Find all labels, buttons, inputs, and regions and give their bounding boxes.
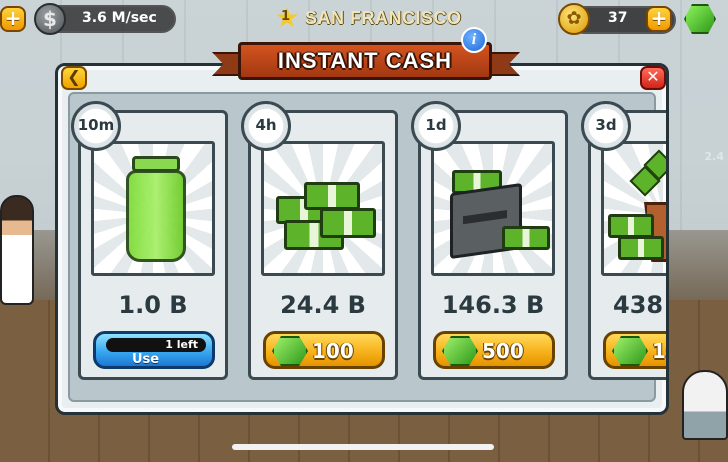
green-gem-icon bbox=[442, 336, 478, 366]
gem-price: 500 bbox=[482, 339, 524, 363]
use-label: Use bbox=[132, 352, 160, 367]
income-rate-text: 3.6 M/sec bbox=[82, 10, 157, 26]
uses-left-label: 1 left bbox=[165, 338, 198, 351]
gem-price: 10 bbox=[652, 339, 666, 363]
timer-badge: 10m bbox=[71, 101, 121, 151]
cash-amount: 146.3 B bbox=[441, 291, 545, 319]
background-character-left bbox=[0, 195, 34, 305]
back-arrow-icon: ❮ bbox=[67, 67, 81, 86]
back-button[interactable]: ❮ bbox=[61, 66, 87, 90]
city-name[interactable]: SAN FRANCISCO bbox=[305, 8, 462, 29]
info-icon[interactable]: i bbox=[461, 27, 487, 53]
buy-button[interactable]: 10 bbox=[603, 331, 666, 369]
dialog-title: INSTANT CASH bbox=[277, 48, 453, 73]
cash-stack-image bbox=[261, 141, 385, 276]
weed-currency-count: 37 bbox=[608, 10, 628, 26]
green-gem-icon bbox=[272, 336, 308, 366]
gem-price: 100 bbox=[312, 339, 354, 363]
add-cash-button[interactable]: + bbox=[0, 6, 26, 32]
background-stat-label: 2.4 bbox=[704, 150, 725, 163]
buy-button[interactable]: 500 bbox=[433, 331, 555, 369]
close-x-icon: ✕ bbox=[646, 67, 660, 86]
use-button[interactable]: 1 left Use bbox=[93, 331, 215, 369]
cash-amount: 1.0 B bbox=[118, 291, 188, 319]
timer-badge: 4h bbox=[241, 101, 291, 151]
cash-jar-image bbox=[91, 141, 215, 276]
plant-pot-image bbox=[601, 141, 666, 276]
green-gem-icon bbox=[612, 336, 648, 366]
cash-safe-image bbox=[431, 141, 555, 276]
home-indicator[interactable] bbox=[232, 444, 494, 450]
timer-badge: 3d bbox=[581, 101, 631, 151]
dialog-title-ribbon: INSTANT CASH bbox=[238, 42, 492, 80]
add-weed-button[interactable]: + bbox=[646, 6, 672, 32]
city-level: 1 bbox=[281, 9, 291, 24]
timer-badge: 1d bbox=[411, 101, 461, 151]
buy-button[interactable]: 100 bbox=[263, 331, 385, 369]
dollar-coin-icon: $ bbox=[34, 3, 66, 35]
cash-amount: 24.4 B bbox=[280, 291, 366, 319]
close-button[interactable]: ✕ bbox=[640, 66, 666, 90]
cash-jar-icon bbox=[126, 156, 186, 264]
weed-leaf-coin-icon: ✿ bbox=[558, 3, 590, 35]
cash-amount: 438 bbox=[613, 291, 664, 319]
cash-offer-card: 438 10 bbox=[588, 110, 666, 380]
background-character-right bbox=[682, 370, 728, 440]
